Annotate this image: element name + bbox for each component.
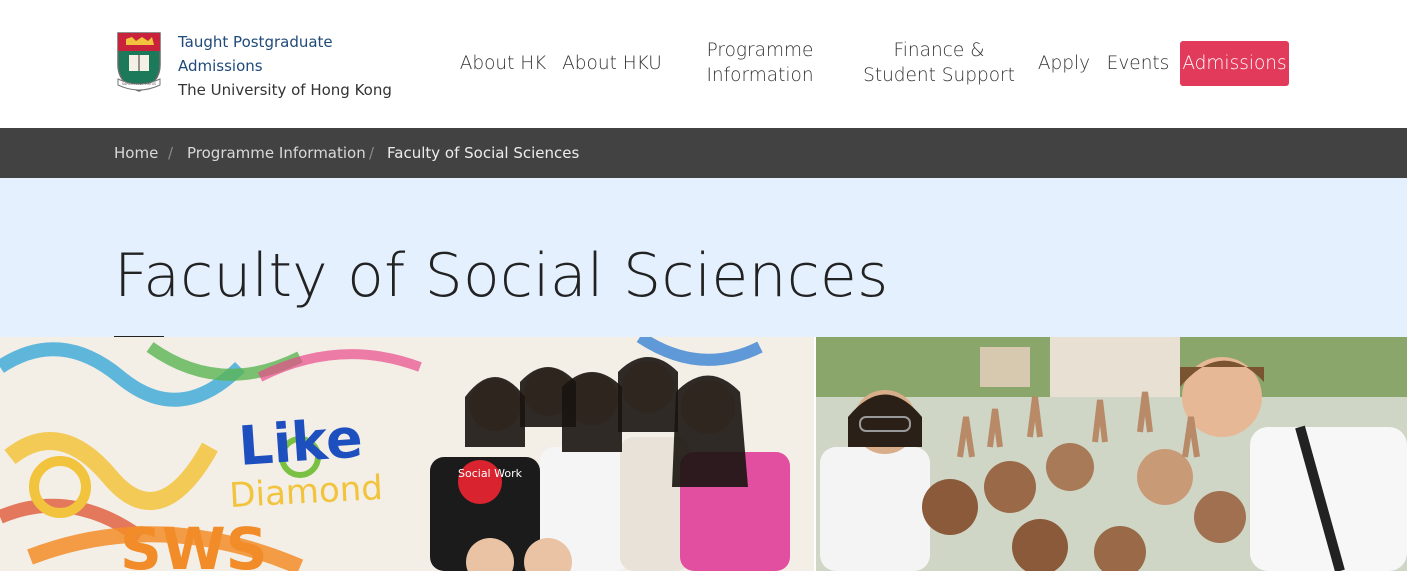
brand-line-2[interactable]: Admissions	[178, 54, 392, 78]
crest-motto: SAPIENTIA ET VIRTUS	[122, 82, 156, 86]
wall-text-sws: SWS	[120, 515, 268, 571]
nav-apply[interactable]: Apply	[1034, 40, 1094, 86]
breadcrumb: Home / Programme Information / Faculty o…	[0, 128, 1407, 178]
nav-about-hk[interactable]: About HK	[458, 40, 548, 86]
brand-line-3: The University of Hong Kong	[178, 81, 392, 99]
student-group: Social Work	[430, 357, 790, 571]
wall-text-diamond: Diamond	[228, 468, 383, 516]
breadcrumb-separator: /	[168, 144, 174, 162]
shirt-text: Social Work	[458, 467, 523, 480]
breadcrumb-separator: /	[369, 144, 375, 162]
nav-events[interactable]: Events	[1104, 40, 1172, 86]
nav-about-hku[interactable]: About HKU	[560, 40, 664, 86]
brand-line-1[interactable]: Taught Postgraduate	[178, 30, 392, 54]
hku-crest-icon[interactable]: SAPIENTIA ET VIRTUS	[114, 31, 164, 93]
page-title: Faculty of Social Sciences	[114, 241, 889, 311]
page-title-band: Faculty of Social Sciences	[0, 178, 1407, 337]
breadcrumb-current: Faculty of Social Sciences	[387, 144, 580, 162]
site-header: SAPIENTIA ET VIRTUS Taught Postgraduate …	[0, 0, 1407, 128]
hero-image: Like Diamond SWS Social Work	[0, 337, 1407, 571]
nav-programme-information[interactable]: Programme Information	[694, 40, 826, 86]
admissions-button[interactable]: Admissions	[1180, 41, 1289, 86]
brand-text[interactable]: Taught Postgraduate Admissions The Unive…	[178, 30, 392, 102]
hero-photo-collage: Like Diamond SWS Social Work	[0, 337, 1407, 571]
wall-text-like: Like	[237, 406, 365, 477]
nav-finance-student-support[interactable]: Finance & Student Support	[856, 40, 1022, 86]
breadcrumb-programme-information[interactable]: Programme Information	[187, 144, 366, 162]
breadcrumb-home[interactable]: Home	[114, 144, 158, 162]
